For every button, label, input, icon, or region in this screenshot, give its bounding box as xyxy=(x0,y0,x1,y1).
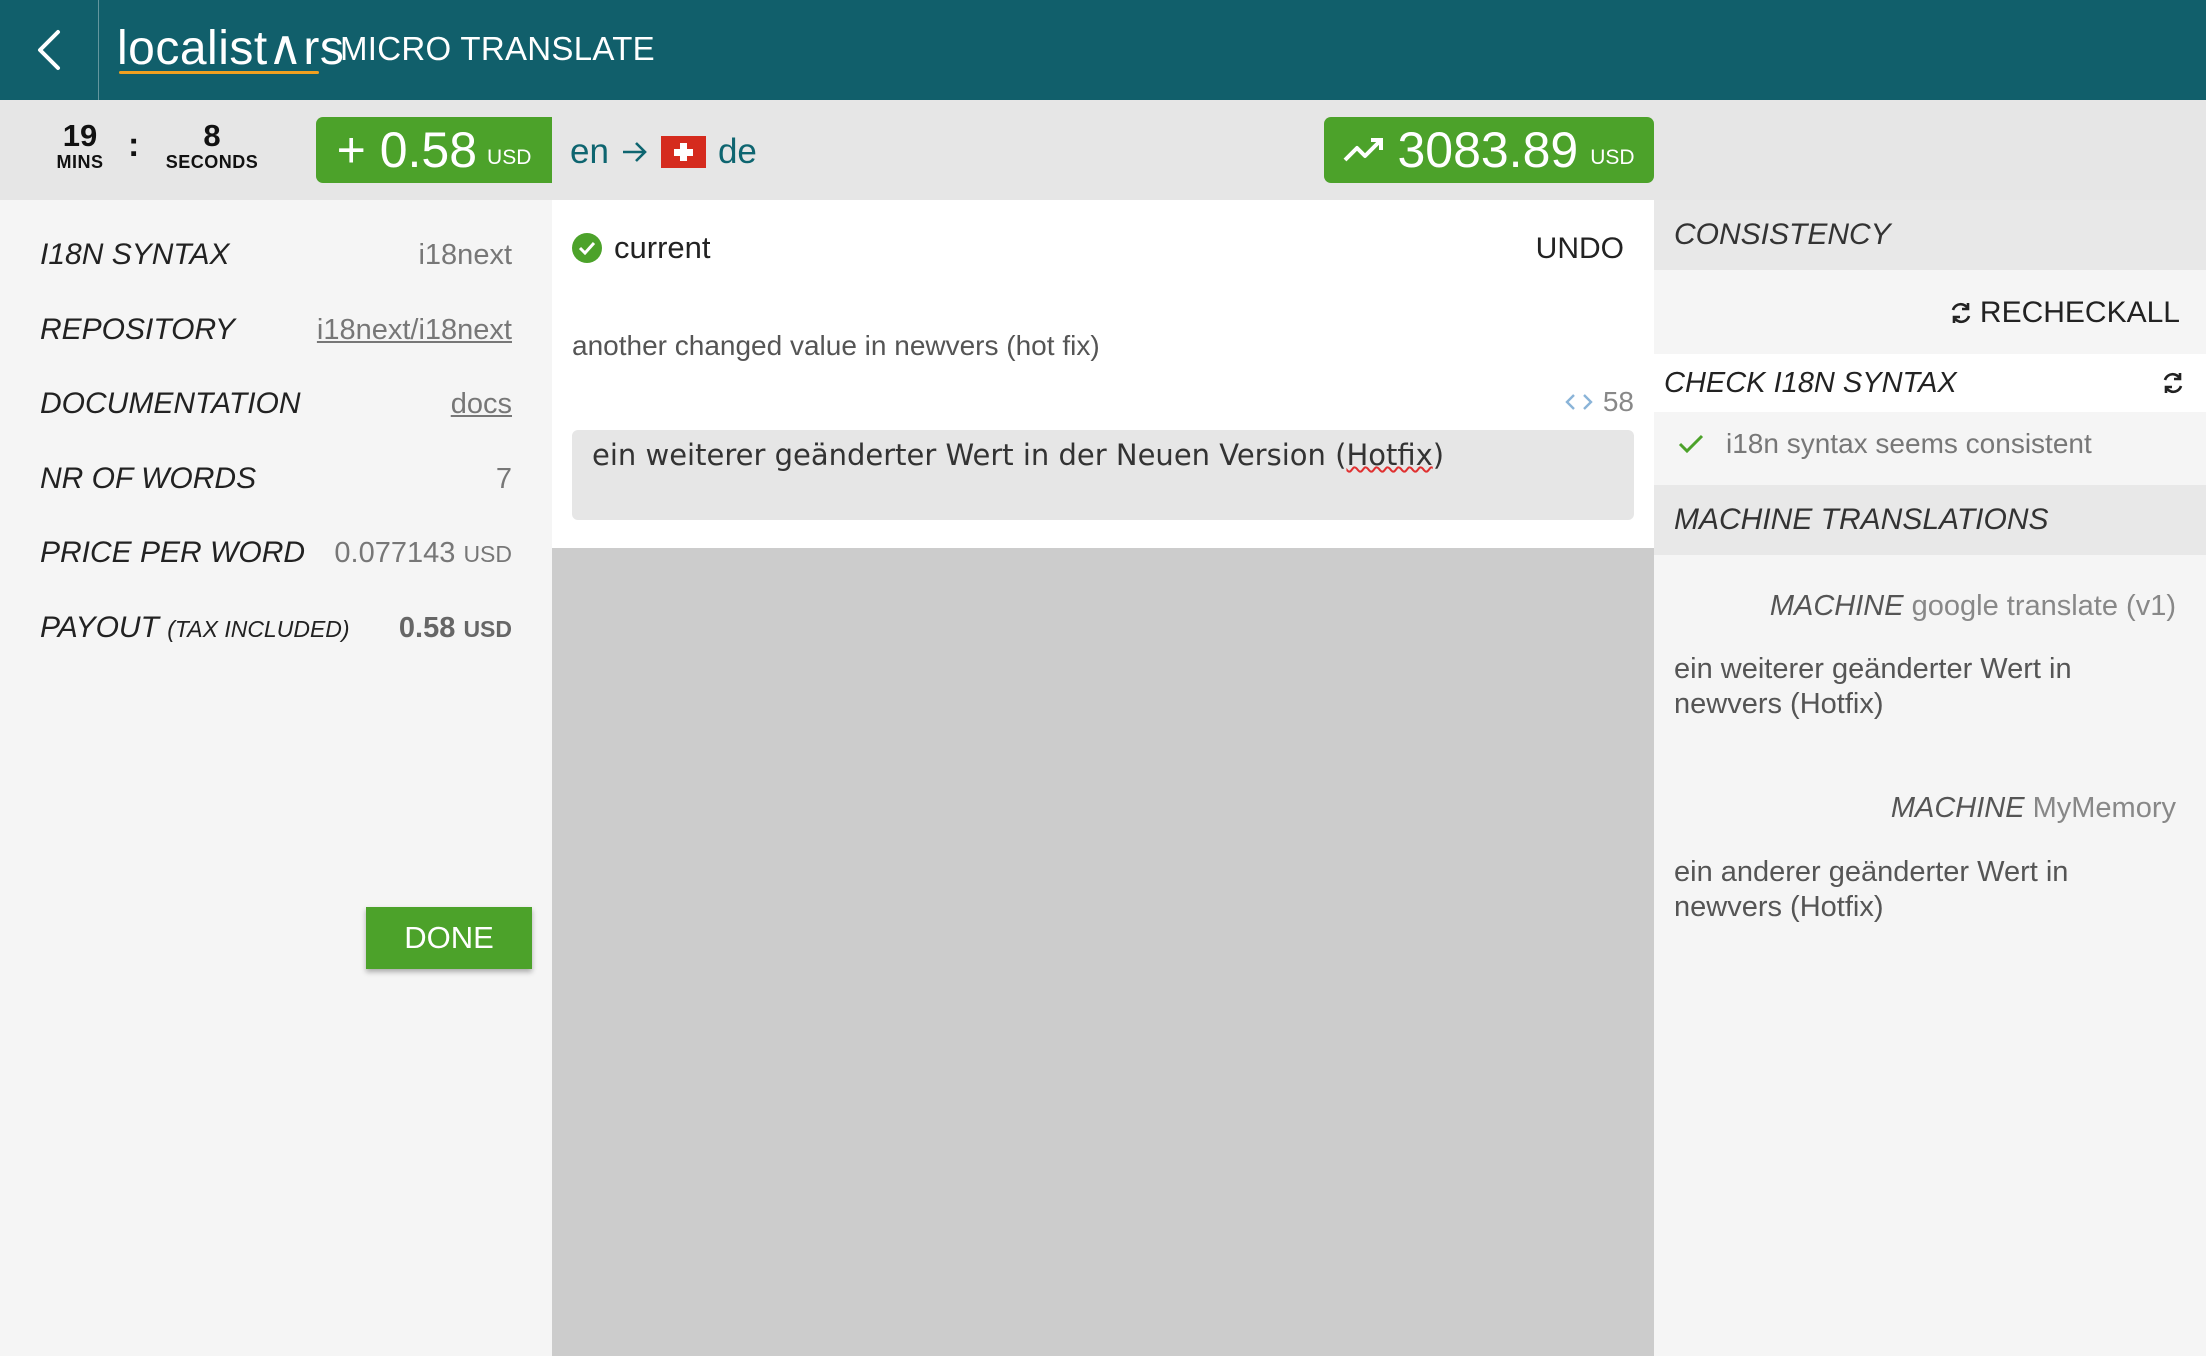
target-language: de xyxy=(717,132,757,171)
syntax-check-result-text: i18n syntax seems consistent xyxy=(1726,428,2092,459)
language-pair: en de xyxy=(570,132,757,172)
logo-underline xyxy=(119,71,319,74)
translation-text-end: ) xyxy=(1432,438,1445,472)
info-row-documentation: DOCUMENTATION docs xyxy=(40,387,512,421)
app-title: MICRO TRANSLATE xyxy=(340,30,655,67)
refresh-icon xyxy=(1951,302,1971,324)
done-button[interactable]: DONE xyxy=(366,907,532,969)
timer-separator: : xyxy=(128,126,140,164)
code-brackets-icon xyxy=(1565,394,1593,410)
balance-currency: USD xyxy=(1590,146,1635,169)
consistency-panel: CONSISTENCY RECHECKALL CHECK I18N SYNTAX… xyxy=(1654,200,2206,1356)
translation-text-start: ein weiterer geänderter Wert in der Neue… xyxy=(592,438,1347,472)
syntax-label: I18N SYNTAX xyxy=(40,238,230,271)
payout-label-note: (TAX INCLUDED) xyxy=(167,616,350,642)
payout-currency: USD xyxy=(463,616,512,642)
timer-minutes: 19 MINS xyxy=(50,120,110,173)
machine-suggestion-google[interactable]: ein weiterer geänderter Wert in newvers … xyxy=(1674,652,2154,722)
machine-prefix: MACHINE xyxy=(1769,590,1904,622)
misspelled-word[interactable]: Hotfix xyxy=(1346,438,1432,472)
repository-label: REPOSITORY xyxy=(40,313,236,346)
info-row-repository: REPOSITORY i18next/i18next xyxy=(40,313,512,347)
info-row-words: NR OF WORDS 7 xyxy=(40,462,512,496)
payout-value: 0.58 USD xyxy=(399,612,512,645)
words-value: 7 xyxy=(495,463,512,495)
source-language: en xyxy=(570,132,609,171)
payout-amount: 0.58 xyxy=(398,612,456,644)
translation-status: current xyxy=(572,230,710,266)
timer-minutes-value: 19 xyxy=(62,118,98,153)
documentation-link[interactable]: docs xyxy=(451,388,512,421)
timer-minutes-label: MINS xyxy=(56,152,104,172)
refresh-check-icon[interactable] xyxy=(2160,370,2186,396)
task-info-panel: I18N SYNTAX i18next REPOSITORY i18next/i… xyxy=(0,200,552,1356)
payout-label-text: PAYOUT xyxy=(40,611,159,644)
balance-badge: 3083.89 USD xyxy=(1324,117,1654,183)
app-header: localist∧rs MICRO TRANSLATE xyxy=(0,0,2206,100)
machine-engine-name: google translate (v1) xyxy=(1911,590,2176,622)
check-i18n-syntax-label: CHECK I18N SYNTAX xyxy=(1664,366,1957,399)
timer-seconds-label: SECONDS xyxy=(165,152,259,172)
translation-input[interactable]: ein weiterer geänderter Wert in der Neue… xyxy=(572,430,1634,520)
machine-translations-header: MACHINE TRANSLATIONS xyxy=(1654,485,2206,555)
machine-suggestion-mymemory[interactable]: ein anderer geänderter Wert in newvers (… xyxy=(1674,855,2154,925)
price-amount: 0.077143 xyxy=(334,537,456,569)
check-i18n-syntax-row: CHECK I18N SYNTAX xyxy=(1654,354,2206,412)
check-circle-icon xyxy=(572,233,602,263)
editor-area: current UNDO another changed value in ne… xyxy=(552,200,1654,548)
char-count-value: 58 xyxy=(1602,386,1634,417)
info-row-syntax: I18N SYNTAX i18next xyxy=(40,238,512,272)
reward-currency: USD xyxy=(487,146,532,169)
editor-panel: current UNDO another changed value in ne… xyxy=(552,200,1654,1356)
reward-value: + 0.58 xyxy=(336,122,478,178)
char-count: 58 xyxy=(1565,386,1634,418)
repository-link[interactable]: i18next/i18next xyxy=(317,314,512,347)
status-label: current xyxy=(614,230,711,265)
trending-up-icon xyxy=(1344,138,1384,162)
consistency-header: CONSISTENCY xyxy=(1654,200,2206,270)
machine-title-google: MACHINE google translate (v1) xyxy=(1770,590,2176,623)
localistars-logo[interactable]: localist∧rs xyxy=(117,14,344,76)
syntax-value: i18next xyxy=(418,239,512,271)
checkmark-icon xyxy=(1678,434,1704,454)
translation-text[interactable]: ein weiterer geänderter Wert in der Neue… xyxy=(592,438,1444,472)
recheck-all-button[interactable]: RECHECKALL xyxy=(1948,296,2180,330)
switzerland-flag-icon xyxy=(660,136,706,168)
price-value: 0.077143 USD xyxy=(334,537,512,570)
machine-prefix: MACHINE xyxy=(1890,792,2025,824)
source-text: another changed value in newvers (hot fi… xyxy=(572,330,1100,361)
syntax-check-result: i18n syntax seems consistent xyxy=(1678,428,2092,460)
balance-value: 3083.89 xyxy=(1397,122,1579,178)
machine-engine-name: MyMemory xyxy=(2032,792,2176,824)
payout-label: PAYOUT (TAX INCLUDED) xyxy=(40,611,350,645)
back-button[interactable] xyxy=(0,0,99,100)
chevron-left-icon xyxy=(38,30,60,70)
words-label: NR OF WORDS xyxy=(40,462,257,495)
documentation-label: DOCUMENTATION xyxy=(40,387,301,420)
arrow-right-icon xyxy=(622,142,647,162)
info-row-price: PRICE PER WORD 0.077143 USD xyxy=(40,536,512,570)
undo-button[interactable]: UNDO xyxy=(1536,232,1624,266)
timer-seconds-value: 8 xyxy=(203,118,221,153)
price-label: PRICE PER WORD xyxy=(40,536,306,569)
timer-seconds: 8 SECONDS xyxy=(160,120,264,173)
price-currency: USD xyxy=(463,541,512,567)
machine-title-mymemory: MACHINE MyMemory xyxy=(1891,792,2176,825)
info-row-payout: PAYOUT (TAX INCLUDED) 0.58 USD xyxy=(40,611,512,645)
reward-badge: + 0.58 USD xyxy=(316,117,552,183)
recheck-all-label: RECHECKALL xyxy=(1979,296,2180,329)
